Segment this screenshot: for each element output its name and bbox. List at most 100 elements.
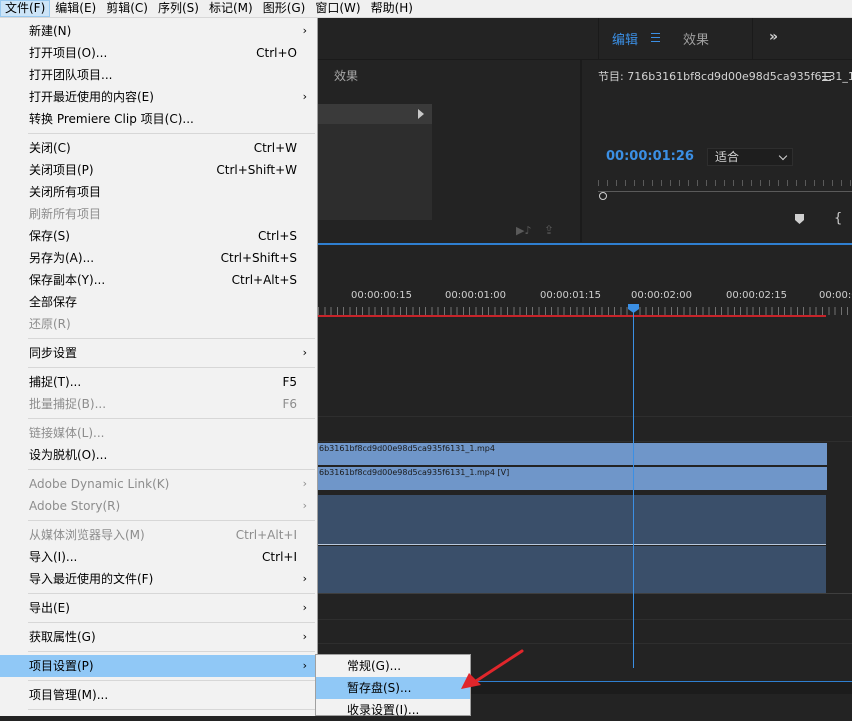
menu-item-save-as[interactable]: 另存为(A)... Ctrl+Shift+S	[0, 247, 317, 269]
menu-item-sync-settings[interactable]: 同步设置 ›	[0, 342, 317, 364]
menu-item-import-from-media-browser: 从媒体浏览器导入(M) Ctrl+Alt+I	[0, 524, 317, 546]
menu-item-save[interactable]: 保存(S) Ctrl+S	[0, 225, 317, 247]
workspace-divider	[598, 18, 599, 59]
workspace-tab-effects[interactable]: 效果	[683, 29, 709, 48]
menu-separator	[28, 418, 315, 419]
menu-item-open-project[interactable]: 打开项目(O)... Ctrl+O	[0, 42, 317, 64]
menu-item-open-recent[interactable]: 打开最近使用的内容(E) ›	[0, 86, 317, 108]
track-divider	[318, 441, 852, 442]
timecode-label: 00:00:01:15	[540, 290, 602, 301]
overflow-chevron-icon[interactable]: »	[769, 29, 778, 45]
menu-shortcut: Ctrl+Shift+S	[220, 251, 297, 265]
timeline-playhead-line[interactable]	[633, 310, 634, 668]
menu-lines-icon[interactable]	[651, 33, 660, 42]
fit-dropdown[interactable]: 适合	[707, 148, 793, 166]
mark-in-icon[interactable]: {	[834, 211, 842, 226]
menu-shortcut: Ctrl+W	[253, 141, 297, 155]
menu-separator	[28, 709, 315, 710]
menu-window[interactable]: 窗口(W)	[310, 0, 365, 17]
audio-clip-a2[interactable]	[318, 546, 826, 593]
menu-file[interactable]: 文件(F)	[0, 0, 51, 17]
menu-item-import[interactable]: 导入(I)... Ctrl+I	[0, 546, 317, 568]
menu-item-new[interactable]: 新建(N) ›	[0, 20, 317, 42]
program-monitor-title: 节目: 716b3161bf8cd9d00e98d5ca935f6131_1	[598, 70, 852, 83]
menu-separator	[28, 593, 315, 594]
track-divider	[318, 643, 852, 644]
program-timecode[interactable]: 00:00:01:26	[606, 149, 694, 164]
menu-clip[interactable]: 剪辑(C)	[101, 0, 153, 17]
chevron-right-icon: ›	[302, 499, 307, 512]
menu-shortcut: Ctrl+Alt+S	[231, 273, 297, 287]
menu-item-adobe-story: Adobe Story(R) ›	[0, 495, 317, 517]
menu-item-save-all[interactable]: 全部保存	[0, 291, 317, 313]
menu-item-export[interactable]: 导出(E) ›	[0, 597, 317, 619]
timeline-ruler[interactable]	[318, 307, 852, 315]
menu-separator	[28, 469, 315, 470]
monitor-scrub-ruler[interactable]	[598, 180, 852, 186]
menu-help[interactable]: 帮助(H)	[366, 0, 418, 17]
track-divider	[318, 416, 852, 417]
monitor-bottom-border	[318, 243, 852, 245]
menu-item-capture[interactable]: 捕捉(T)... F5	[0, 371, 317, 393]
menu-graphics[interactable]: 图形(G)	[258, 0, 311, 17]
menu-item-convert-premiere-clip[interactable]: 转换 Premiere Clip 项目(C)...	[0, 108, 317, 130]
menu-item-get-properties[interactable]: 获取属性(G) ›	[0, 626, 317, 648]
playhead-handle-icon[interactable]	[599, 192, 607, 200]
chevron-right-icon: ›	[302, 90, 307, 103]
menu-shortcut: F5	[282, 375, 297, 389]
menu-item-close-all-projects[interactable]: 关闭所有项目	[0, 181, 317, 203]
menu-separator	[28, 622, 315, 623]
project-settings-submenu: 常规(G)... 暂存盘(S)... 收录设置(I)...	[315, 654, 471, 717]
workspace-tab-editing[interactable]: 编辑	[612, 29, 638, 48]
menu-item-refresh-all-projects: 刷新所有项目	[29, 207, 102, 221]
annotation-arrow-shaft	[471, 649, 524, 685]
menu-item-save-copy[interactable]: 保存副本(Y)... Ctrl+Alt+S	[0, 269, 317, 291]
menu-item-link-media: 链接媒体(L)...	[29, 426, 105, 440]
menu-separator	[28, 367, 315, 368]
track-divider	[318, 593, 852, 594]
menu-item-project-settings[interactable]: 项目设置(P) ›	[0, 655, 317, 677]
menu-item-import-recent-file[interactable]: 导入最近使用的文件(F) ›	[0, 568, 317, 590]
submenu-item-scratch-disks[interactable]: 暂存盘(S)...	[316, 677, 470, 699]
file-menu: 新建(N) › 打开项目(O)... Ctrl+O 打开团队项目... 打开最近…	[0, 18, 318, 716]
menu-item-open-team-project[interactable]: 打开团队项目...	[0, 64, 317, 86]
fit-dropdown-label: 适合	[715, 150, 740, 164]
chevron-right-icon: ›	[302, 24, 307, 37]
menu-sequence[interactable]: 序列(S)	[153, 0, 204, 17]
menu-marker[interactable]: 标记(M)	[204, 0, 258, 17]
timecode-label: 00:00:02:15	[726, 290, 788, 301]
panel-menu-icon[interactable]	[822, 72, 831, 81]
menu-item-adobe-dynamic-link: Adobe Dynamic Link(K) ›	[0, 473, 317, 495]
export-frame-icon[interactable]: ⇪	[544, 223, 554, 237]
workspace-divider-2	[752, 18, 753, 59]
audio-note-icon[interactable]: ▶♪	[516, 224, 531, 237]
track-divider	[318, 619, 852, 620]
chevron-right-icon: ›	[302, 601, 307, 614]
menu-item-close[interactable]: 关闭(C) Ctrl+W	[0, 137, 317, 159]
menu-item-close-project[interactable]: 关闭项目(P) Ctrl+Shift+W	[0, 159, 317, 181]
menu-separator	[28, 651, 315, 652]
video-clip-v2[interactable]: 6b3161bf8cd9d00e98d5ca935f6131_1.mp4	[318, 443, 827, 465]
submenu-item-general[interactable]: 常规(G)...	[316, 655, 470, 677]
source-panel-tab[interactable]: 效果	[334, 67, 358, 84]
play-triangle-icon[interactable]	[418, 109, 424, 119]
timecode-label: 00:00:00:15	[351, 290, 413, 301]
chevron-right-icon: ›	[302, 572, 307, 585]
menu-separator	[28, 680, 315, 681]
menu-item-project-manager[interactable]: 项目管理(M)...	[0, 684, 317, 706]
work-area-bar[interactable]	[318, 315, 826, 317]
source-panel-header-strip	[318, 104, 432, 124]
menu-bar: 文件(F) 编辑(E) 剪辑(C) 序列(S) 标记(M) 图形(G) 窗口(W…	[0, 0, 852, 18]
chevron-right-icon: ›	[302, 659, 307, 672]
menu-shortcut: Ctrl+S	[257, 229, 297, 243]
menu-separator	[28, 338, 315, 339]
submenu-item-ingest-settings[interactable]: 收录设置(I)...	[316, 699, 470, 721]
timecode-label: 00:00:0	[819, 290, 852, 301]
menu-item-make-offline[interactable]: 设为脱机(O)...	[0, 444, 317, 466]
menu-edit[interactable]: 编辑(E)	[50, 0, 101, 17]
chevron-down-icon	[778, 151, 788, 161]
annotation-arrow-icon	[461, 649, 524, 689]
audio-clip-a1[interactable]	[318, 495, 826, 544]
video-clip-v1[interactable]: 6b3161bf8cd9d00e98d5ca935f6131_1.mp4 [V]	[318, 467, 827, 490]
menu-shortcut: Ctrl+O	[256, 46, 297, 60]
